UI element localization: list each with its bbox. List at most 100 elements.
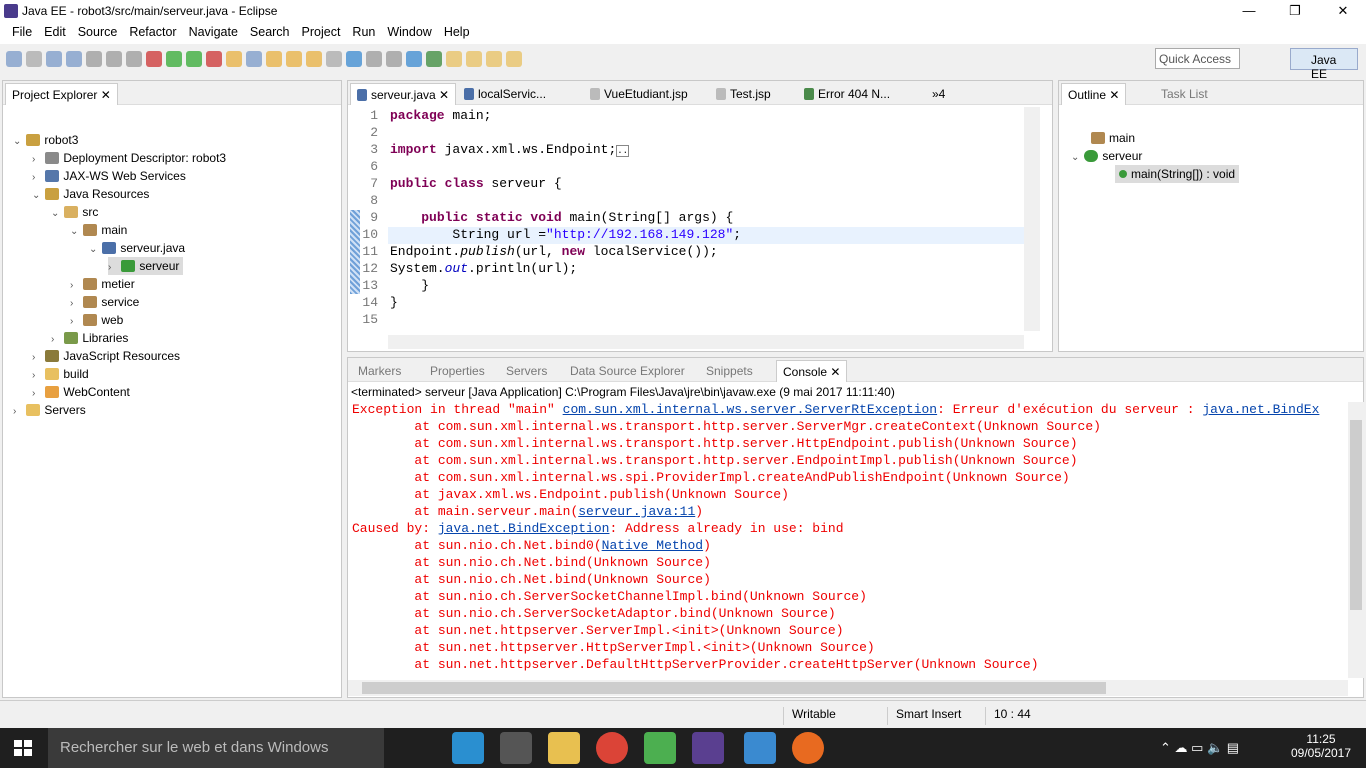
code-editor[interactable]: 1 2 3 6 7 8 9 10 11 12 13 14 15 package main; import… [348, 107, 1024, 339]
menu-search[interactable]: Search [244, 22, 296, 44]
console-link[interactable]: java.net.BindEx [1202, 402, 1319, 417]
editor-tab[interactable]: Test.jsp [710, 83, 777, 105]
taskbar-app2-icon[interactable] [744, 732, 776, 764]
toolbar-button[interactable] [46, 51, 62, 67]
menu-project[interactable]: Project [296, 22, 347, 44]
toolbar-button[interactable] [406, 51, 422, 67]
perspective-java-ee[interactable]: Java EE [1290, 48, 1358, 81]
toolbar-button[interactable] [326, 51, 342, 67]
toolbar-button[interactable] [286, 51, 302, 67]
tray-icons[interactable]: ⌃ ☁ ▭ 🔈 ▤ [1160, 740, 1239, 756]
tab-task-list[interactable]: Task List [1155, 83, 1214, 105]
toolbar-button[interactable] [126, 51, 142, 67]
tab-servers[interactable]: Servers [500, 360, 553, 382]
console-vscrollbar[interactable] [1348, 402, 1364, 678]
tree-item[interactable]: › serveur [108, 257, 184, 275]
editor-tab[interactable]: localServic... [458, 83, 552, 105]
tab-outline[interactable]: Outline ✕ [1061, 83, 1127, 105]
editor-vscrollbar[interactable] [1024, 107, 1040, 331]
toolbar-button[interactable] [66, 51, 82, 67]
toolbar-button[interactable] [26, 51, 42, 67]
console-link[interactable]: Native Method [602, 538, 703, 553]
tree-item[interactable]: ⌄ src [51, 203, 98, 221]
tree-item[interactable]: › Libraries [51, 329, 128, 347]
taskbar-lock-icon[interactable] [500, 732, 532, 764]
taskbar-search[interactable]: Rechercher sur le web et dans Windows [48, 728, 384, 768]
file-explorer-icon[interactable] [548, 732, 580, 764]
taskbar-app-icon[interactable] [452, 732, 484, 764]
tab-markers[interactable]: Markers [352, 360, 407, 382]
close-button[interactable]: ✕ [1320, 0, 1366, 22]
menu-source[interactable]: Source [72, 22, 124, 44]
tree-item[interactable]: ⌄ Java Resources [32, 185, 149, 203]
editor-tabs-overflow[interactable]: »4 [926, 83, 951, 105]
windows-start-icon[interactable] [14, 740, 32, 756]
menu-refactor[interactable]: Refactor [123, 22, 182, 44]
taskbar-s-app-icon[interactable] [644, 732, 676, 764]
tab-snippets[interactable]: Snippets [700, 360, 759, 382]
console-hscrollbar[interactable] [348, 680, 1348, 696]
outline-method[interactable]: main(String[]) : void [1115, 165, 1240, 183]
clock[interactable]: 11:25 09/05/2017 [1290, 732, 1352, 760]
minimize-button[interactable]: — [1226, 0, 1272, 22]
toolbar-button[interactable] [166, 51, 182, 67]
toolbar-button[interactable] [226, 51, 242, 67]
editor-tab[interactable]: Error 404 N... [798, 83, 896, 105]
console-link[interactable]: com.sun.xml.internal.ws.server.ServerRtE… [563, 402, 937, 417]
chrome-icon[interactable] [596, 732, 628, 764]
tree-item[interactable]: › Deployment Descriptor: robot3 [32, 149, 226, 167]
toolbar-button[interactable] [426, 51, 442, 67]
menu-help[interactable]: Help [438, 22, 476, 44]
toolbar-button[interactable] [346, 51, 362, 67]
tab-console[interactable]: Console ✕ [776, 360, 848, 382]
toolbar-button[interactable] [446, 51, 462, 67]
tree-item[interactable]: › JavaScript Resources [32, 347, 180, 365]
expand-toggle-icon[interactable]: ⌄ [32, 187, 42, 205]
menu-run[interactable]: Run [346, 22, 381, 44]
outline-class[interactable]: ⌄ serveur [1071, 147, 1271, 165]
tree-item[interactable]: › metier [70, 275, 135, 293]
toolbar-button[interactable] [366, 51, 382, 67]
toolbar-button[interactable] [506, 51, 522, 67]
toolbar-button[interactable] [146, 51, 162, 67]
toolbar-button[interactable] [466, 51, 482, 67]
toolbar-button[interactable] [386, 51, 402, 67]
editor-tab[interactable]: serveur.java ✕ [350, 83, 457, 105]
expand-toggle-icon[interactable]: › [13, 403, 23, 421]
quick-access-input[interactable]: Quick Access [1155, 48, 1240, 69]
tree-item[interactable]: › build [32, 365, 89, 383]
menu-navigate[interactable]: Navigate [183, 22, 244, 44]
menu-edit[interactable]: Edit [38, 22, 72, 44]
eclipse-taskbar-icon[interactable] [692, 732, 724, 764]
tree-item[interactable]: ⌄ serveur.java [89, 239, 185, 257]
menu-file[interactable]: File [6, 22, 38, 44]
tree-item[interactable]: ⌄ main [70, 221, 127, 239]
toolbar-button[interactable] [306, 51, 322, 67]
tree-item[interactable]: › web [70, 311, 123, 329]
toolbar-button[interactable] [206, 51, 222, 67]
menu-window[interactable]: Window [381, 22, 437, 44]
expand-toggle-icon[interactable]: ⌄ [51, 205, 61, 223]
toolbar-button[interactable] [86, 51, 102, 67]
tab-data-source-explorer[interactable]: Data Source Explorer [564, 360, 691, 382]
editor-hscrollbar[interactable] [388, 335, 1024, 349]
expand-toggle-icon[interactable]: ⌄ [89, 241, 99, 259]
expand-toggle-icon[interactable]: ⌄ [70, 223, 80, 241]
toolbar-button[interactable] [106, 51, 122, 67]
tab-properties[interactable]: Properties [424, 360, 491, 382]
tree-item[interactable]: › WebContent [32, 383, 130, 401]
console-link[interactable]: java.net.BindException [438, 521, 610, 536]
maximize-button[interactable]: ❐ [1272, 0, 1318, 22]
tree-item[interactable]: › service [70, 293, 139, 311]
tab-project-explorer[interactable]: Project Explorer ✕ [5, 83, 118, 105]
tree-item[interactable]: ⌄ robot3 [13, 131, 78, 149]
tree-item[interactable]: › JAX-WS Web Services [32, 167, 186, 185]
toolbar-button[interactable] [266, 51, 282, 67]
tree-item[interactable]: › Servers [13, 401, 86, 419]
outline-package[interactable]: main [1091, 129, 1291, 147]
toolbar-button[interactable] [486, 51, 502, 67]
toolbar-button[interactable] [246, 51, 262, 67]
toolbar-button[interactable] [6, 51, 22, 67]
toolbar-button[interactable] [186, 51, 202, 67]
editor-tab[interactable]: VueEtudiant.jsp [584, 83, 694, 105]
